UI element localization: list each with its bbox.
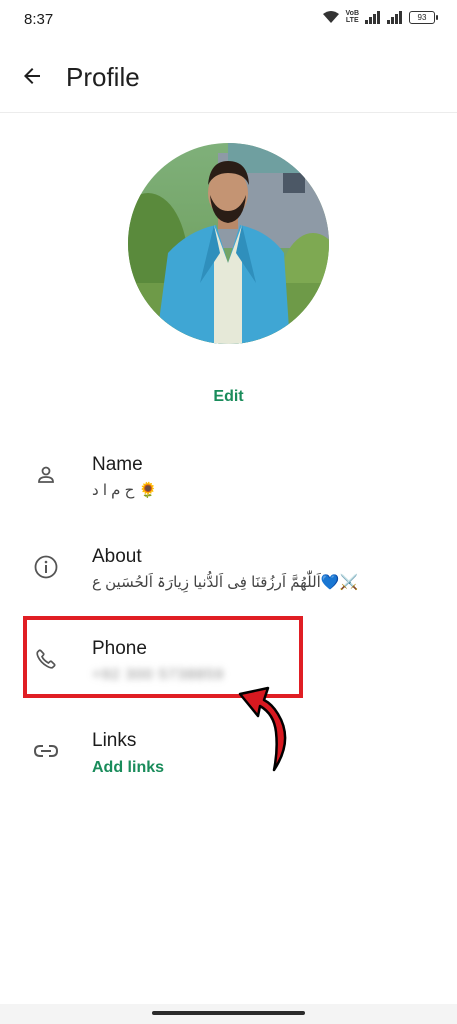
link-icon — [32, 737, 60, 765]
info-icon — [32, 553, 60, 581]
edit-photo-link[interactable]: Edit — [0, 388, 457, 406]
home-indicator[interactable] — [152, 1011, 305, 1015]
name-label: Name — [92, 454, 143, 475]
wifi-icon — [322, 11, 339, 23]
back-button[interactable] — [14, 58, 50, 94]
name-row[interactable]: Name ح م ا د 🌻 — [0, 448, 457, 518]
volte-top-text: VoB — [345, 10, 359, 17]
person-icon — [32, 461, 60, 489]
status-icons: VoB LTE 93 — [322, 10, 438, 24]
name-value: ح م ا د 🌻 — [92, 482, 158, 499]
battery-level: 93 — [417, 12, 427, 22]
arrow-left-icon — [24, 68, 40, 84]
status-bar: 8:37 VoB LTE 93 — [0, 0, 457, 40]
add-links-button[interactable]: Add links — [92, 759, 164, 777]
status-time: 8:37 — [24, 11, 54, 28]
signal-icon — [365, 10, 380, 24]
about-row[interactable]: About اَللّٰھُمَّ اَرزُقنَا فِی اَلدُّنی… — [0, 540, 457, 610]
links-row[interactable]: Links Add links — [0, 724, 457, 794]
battery-icon: 93 — [409, 10, 438, 24]
app-bar: Profile — [0, 40, 457, 113]
volte-icon: VoB LTE — [346, 10, 359, 24]
about-label: About — [92, 546, 142, 567]
links-label: Links — [92, 730, 137, 751]
profile-photo[interactable] — [128, 143, 329, 344]
about-value: اَللّٰھُمَّ اَرزُقنَا فِی اَلدُّنیا زِیا… — [92, 574, 359, 591]
profile-photo-image — [128, 143, 329, 344]
page-title: Profile — [66, 62, 140, 92]
volte-bottom-text: LTE — [345, 17, 359, 24]
signal-icon-2 — [387, 10, 402, 24]
annotation-arrow-icon — [238, 686, 287, 772]
edit-label[interactable]: Edit — [213, 388, 243, 405]
